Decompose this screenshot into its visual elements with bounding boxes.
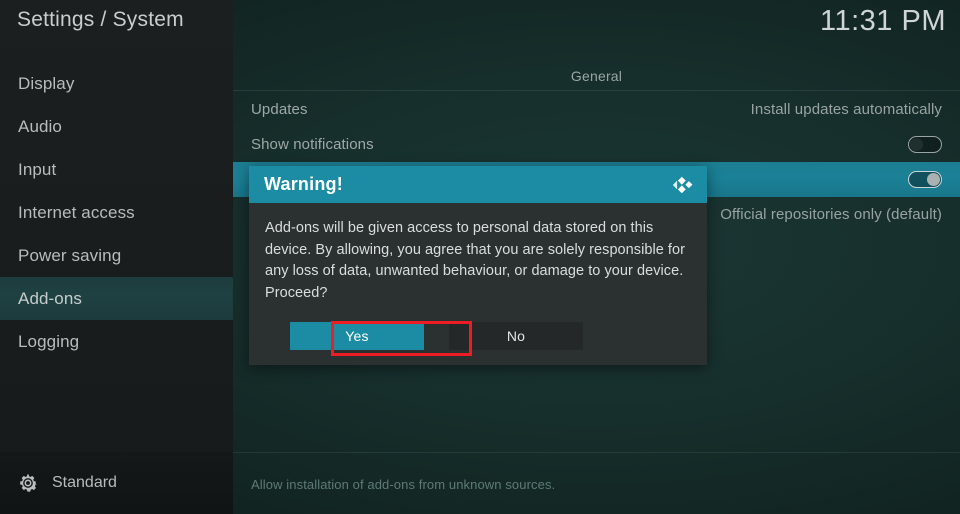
kodi-settings-screen: Settings / System Display Audio Input In… — [0, 0, 960, 514]
warning-dialog: Warning! Add-ons will be given access to… — [249, 166, 707, 365]
sidebar-item-logging[interactable]: Logging — [0, 320, 233, 363]
dialog-message: Add-ons will be given access to personal… — [265, 220, 686, 301]
setting-label: Updates — [251, 101, 308, 118]
toggle-knob — [910, 138, 923, 151]
dialog-button-row: Yes No — [249, 304, 707, 365]
kodi-logo-icon — [671, 174, 695, 196]
dialog-header: Warning! — [249, 166, 707, 203]
clock: 11:31 PM — [820, 5, 946, 37]
sidebar-item-label: Power saving — [18, 245, 122, 265]
sidebar-item-label: Display — [18, 73, 75, 93]
no-button[interactable]: No — [449, 322, 583, 350]
sidebar-item-input[interactable]: Input — [0, 148, 233, 191]
settings-level-label: Standard — [52, 474, 117, 491]
setting-value: Install updates automatically — [750, 101, 942, 118]
help-text: Allow installation of add-ons from unkno… — [251, 477, 556, 492]
sidebar-item-label: Input — [18, 159, 57, 179]
dialog-title: Warning! — [264, 174, 343, 194]
sidebar-item-power-saving[interactable]: Power saving — [0, 234, 233, 277]
sidebar-item-label: Internet access — [18, 202, 135, 222]
sidebar: Settings / System Display Audio Input In… — [0, 0, 233, 514]
sidebar-item-internet-access[interactable]: Internet access — [0, 191, 233, 234]
toggle-show-notifications[interactable] — [908, 136, 942, 153]
help-strip: Allow installation of add-ons from unkno… — [233, 452, 960, 514]
sidebar-nav: Display Audio Input Internet access Powe… — [0, 62, 233, 363]
section-header: General — [570, 68, 623, 84]
settings-level-selector[interactable]: Standard — [0, 452, 233, 514]
sidebar-item-label: Logging — [18, 331, 80, 351]
sidebar-item-label: Audio — [18, 116, 62, 136]
setting-row-show-notifications[interactable]: Show notifications — [233, 127, 960, 162]
toggle-unknown-sources[interactable] — [908, 171, 942, 188]
sidebar-item-audio[interactable]: Audio — [0, 105, 233, 148]
sidebar-item-display[interactable]: Display — [0, 62, 233, 105]
sidebar-item-add-ons[interactable]: Add-ons — [0, 277, 233, 320]
dialog-body: Add-ons will be given access to personal… — [249, 203, 707, 304]
setting-label: Show notifications — [251, 136, 374, 153]
toggle-knob — [927, 173, 940, 186]
gear-icon — [17, 472, 39, 494]
setting-value: Official repositories only (default) — [720, 206, 942, 223]
header-divider — [233, 90, 960, 91]
page-title: Settings / System — [17, 8, 184, 31]
help-divider — [233, 452, 960, 453]
sidebar-item-label: Add-ons — [18, 288, 83, 308]
yes-button[interactable]: Yes — [290, 322, 424, 350]
setting-row-updates[interactable]: Updates Install updates automatically — [233, 92, 960, 127]
